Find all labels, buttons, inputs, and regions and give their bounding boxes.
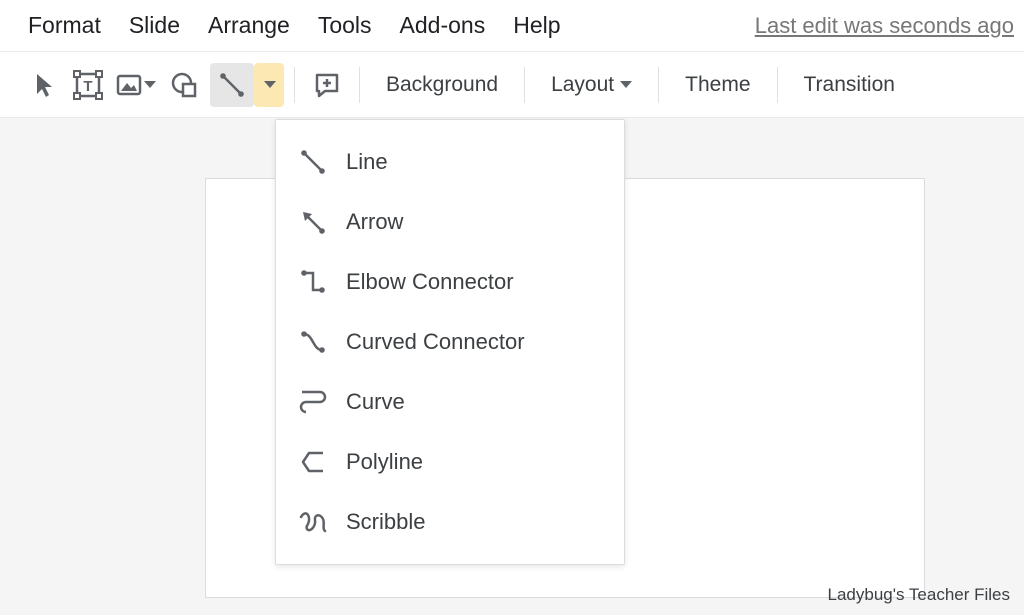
image-tool[interactable] bbox=[110, 63, 162, 107]
menu-item-label: Elbow Connector bbox=[346, 269, 514, 295]
line-option-elbow-connector[interactable]: Elbow Connector bbox=[276, 252, 624, 312]
chevron-down-icon bbox=[620, 81, 632, 88]
textbox-tool[interactable]: T bbox=[66, 63, 110, 107]
cursor-icon bbox=[33, 72, 55, 98]
toolbar-separator bbox=[294, 67, 295, 103]
line-option-arrow[interactable]: Arrow bbox=[276, 192, 624, 252]
toolbar-separator bbox=[359, 67, 360, 103]
line-option-curved-connector[interactable]: Curved Connector bbox=[276, 312, 624, 372]
menu-help[interactable]: Help bbox=[499, 6, 574, 45]
shape-icon bbox=[170, 71, 198, 99]
menu-slide[interactable]: Slide bbox=[115, 6, 194, 45]
elbow-connector-icon bbox=[298, 268, 328, 296]
toolbar-separator bbox=[658, 67, 659, 103]
select-tool[interactable] bbox=[22, 63, 66, 107]
comment-plus-icon bbox=[313, 71, 341, 99]
menu-arrange[interactable]: Arrange bbox=[194, 6, 304, 45]
line-option-curve[interactable]: Curve bbox=[276, 372, 624, 432]
toolbar: T Background bbox=[0, 52, 1024, 118]
toolbar-separator bbox=[777, 67, 778, 103]
svg-text:T: T bbox=[83, 78, 92, 95]
menubar: Format Slide Arrange Tools Add-ons Help … bbox=[0, 0, 1024, 52]
toolbar-separator bbox=[524, 67, 525, 103]
curve-icon bbox=[298, 389, 328, 415]
chevron-down-icon bbox=[144, 81, 156, 88]
image-icon bbox=[116, 73, 142, 97]
line-option-scribble[interactable]: Scribble bbox=[276, 492, 624, 552]
shape-tool[interactable] bbox=[162, 63, 206, 107]
curved-connector-icon bbox=[298, 328, 328, 356]
menu-tools[interactable]: Tools bbox=[304, 6, 386, 45]
transition-button[interactable]: Transition bbox=[788, 63, 911, 107]
textbox-icon: T bbox=[73, 70, 103, 100]
line-icon bbox=[219, 72, 245, 98]
theme-button[interactable]: Theme bbox=[669, 63, 766, 107]
menu-addons[interactable]: Add-ons bbox=[386, 6, 500, 45]
menu-item-label: Curved Connector bbox=[346, 329, 525, 355]
comment-tool[interactable] bbox=[305, 63, 349, 107]
menu-item-label: Polyline bbox=[346, 449, 423, 475]
attribution-text: Ladybug's Teacher Files bbox=[828, 585, 1010, 605]
last-edit-status[interactable]: Last edit was seconds ago bbox=[755, 13, 1014, 39]
layout-button[interactable]: Layout bbox=[535, 63, 648, 107]
layout-label: Layout bbox=[551, 73, 614, 97]
chevron-down-icon bbox=[264, 81, 276, 88]
line-tool-dropdown[interactable] bbox=[254, 63, 284, 107]
scribble-icon bbox=[298, 509, 328, 535]
menu-format[interactable]: Format bbox=[14, 6, 115, 45]
line-option-polyline[interactable]: Polyline bbox=[276, 432, 624, 492]
background-button[interactable]: Background bbox=[370, 63, 514, 107]
line-option-line[interactable]: Line bbox=[276, 132, 624, 192]
arrow-icon bbox=[298, 209, 328, 235]
polyline-icon bbox=[298, 449, 328, 475]
menu-item-label: Curve bbox=[346, 389, 405, 415]
menu-item-label: Scribble bbox=[346, 509, 425, 535]
line-tool[interactable] bbox=[210, 63, 254, 107]
menu-item-label: Arrow bbox=[346, 209, 403, 235]
line-type-menu: Line Arrow Elbow Connector bbox=[275, 119, 625, 565]
line-icon bbox=[298, 149, 328, 175]
menu-item-label: Line bbox=[346, 149, 388, 175]
